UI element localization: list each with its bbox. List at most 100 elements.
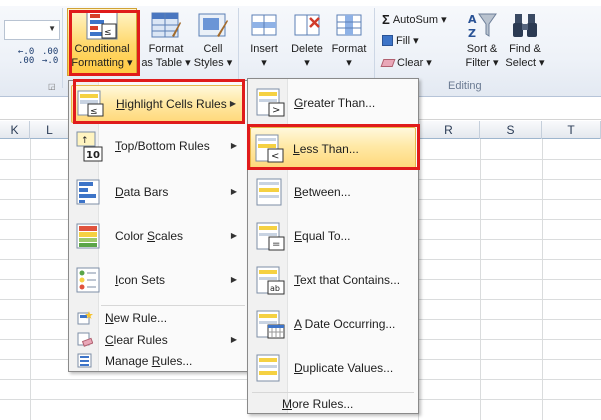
chevron-down-icon: ▾ (441, 14, 447, 26)
sort-filter-label-2: Filter ▾ (465, 57, 499, 69)
number-format-combo[interactable]: ▼ (4, 20, 60, 40)
equal-to-icon: = (256, 222, 285, 251)
clear-button[interactable]: Clear ▾ (380, 56, 432, 69)
menu-separator (252, 392, 414, 393)
sort-filter-label-1: Sort & (466, 43, 498, 55)
between-icon (256, 178, 282, 206)
duplicate-values-icon (256, 354, 280, 382)
submenu-arrow-icon: ▶ (230, 187, 237, 196)
menu-item-label: Duplicate Values... (294, 361, 394, 375)
menu-item-label: Less Than... (293, 142, 359, 156)
sigma-icon: Σ (382, 12, 390, 27)
menu-item-date-occurring[interactable]: A Date Occurring... (250, 305, 416, 345)
insert-cells-icon (251, 14, 277, 36)
clear-label: Clear (397, 56, 424, 69)
greater-than-icon: > (256, 88, 285, 117)
format-as-table-label-2: as Table ▾ (141, 57, 191, 69)
column-header-l[interactable]: L (30, 121, 70, 139)
fill-button[interactable]: Fill ▾ (382, 34, 419, 47)
cell-styles-button[interactable]: Cell Styles ▾ (193, 10, 233, 70)
editing-group-label: Editing (448, 80, 482, 92)
group-separator (62, 8, 63, 88)
format-as-table-button[interactable]: Format as Table ▾ (137, 10, 195, 70)
menu-item-duplicate-values[interactable]: Duplicate Values... (250, 349, 416, 389)
menu-item-greater-than[interactable]: > Greater Than... (250, 83, 416, 123)
insert-button[interactable]: Insert ▾ (244, 10, 284, 70)
format-cells-icon (336, 14, 362, 36)
increase-decimal-button[interactable]: ←.0.00 (18, 48, 34, 66)
svg-text:↑: ↑ (81, 136, 89, 146)
menu-item-icon-sets[interactable]: Icon Sets ▶ (71, 261, 245, 301)
delete-button[interactable]: Delete ▾ (286, 10, 328, 70)
column-header-k[interactable]: K (0, 121, 30, 139)
menu-item-label: Icon Sets (115, 273, 166, 287)
menu-item-manage-rules[interactable]: Manage Rules... (71, 351, 245, 371)
menu-item-label: Color Scales (115, 229, 184, 243)
svg-text:10: 10 (86, 150, 100, 161)
new-rule-icon (77, 311, 93, 325)
chevron-down-icon: ▾ (413, 35, 419, 47)
group-separator (238, 8, 239, 88)
submenu-arrow-icon: ▶ (229, 99, 236, 108)
autosum-label: AutoSum (392, 13, 439, 26)
eraser-icon (380, 58, 396, 67)
svg-text:A: A (468, 13, 477, 26)
menu-item-less-than[interactable]: < Less Than... (250, 127, 416, 169)
menu-item-label: More Rules... (282, 397, 354, 411)
find-select-label-2: Select ▾ (505, 57, 545, 69)
chevron-down-icon: ▾ (346, 57, 352, 69)
menu-item-label: New Rule... (105, 311, 168, 325)
conditional-formatting-label-1: Conditional (74, 43, 130, 55)
menu-item-between[interactable]: Between... (250, 173, 416, 213)
conditional-formatting-label-2: Formatting ▾ (71, 57, 133, 69)
menu-item-label: Between... (294, 185, 351, 199)
icon-sets-icon (76, 267, 100, 293)
menu-item-label: Text that Contains... (294, 273, 401, 287)
menu-item-text-that-contains[interactable]: ab Text that Contains... (250, 261, 416, 301)
column-header-r[interactable]: R (418, 121, 480, 139)
menu-item-new-rule[interactable]: New Rule... (71, 308, 245, 328)
highlight-cells-icon: ≤ (77, 90, 104, 117)
decrease-decimal-button[interactable]: .00 →.0 (42, 48, 58, 66)
chevron-down-icon: ▼ (48, 24, 56, 33)
format-button[interactable]: Format ▾ (328, 10, 370, 70)
column-header-s[interactable]: S (480, 121, 542, 139)
delete-cells-icon (294, 14, 320, 36)
format-label: Format (331, 43, 367, 55)
menu-item-top-bottom-rules[interactable]: ↑ 10 Top/Bottom Rules ▶ (71, 127, 245, 167)
menu-item-clear-rules[interactable]: Clear Rules ▶ (71, 330, 245, 350)
menu-item-equal-to[interactable]: = Equal To... (250, 217, 416, 257)
menu-item-label: Equal To... (294, 229, 351, 243)
submenu-arrow-icon: ▶ (230, 335, 237, 344)
svg-text:≤: ≤ (90, 107, 98, 117)
delete-label: Delete (291, 43, 323, 55)
submenu-arrow-icon: ▶ (230, 275, 237, 284)
menu-item-label: Clear Rules (105, 333, 168, 347)
column-header-t[interactable]: T (542, 121, 601, 139)
svg-text:<: < (271, 151, 279, 162)
find-select-button[interactable]: Find & Select ▾ (503, 10, 547, 70)
menu-item-more-rules[interactable]: More Rules... (250, 395, 416, 413)
text-contains-icon: ab (256, 266, 285, 295)
cell-styles-label-2: Styles ▾ (193, 57, 233, 69)
svg-text:>: > (272, 105, 280, 116)
conditional-formatting-menu: ≤ Highlight Cells Rules ▶ ↑ 10 Top/Botto… (68, 80, 248, 372)
conditional-formatting-button[interactable]: ≤ Conditional Formatting ▾ (67, 10, 137, 70)
format-as-table-label-1: Format (148, 43, 184, 55)
menu-item-highlight-cells-rules[interactable]: ≤ Highlight Cells Rules ▶ (71, 85, 245, 123)
highlight-cells-submenu: > Greater Than... < Less Than... Between… (247, 78, 419, 414)
chevron-down-icon: ▾ (426, 57, 432, 69)
group-separator (374, 8, 375, 88)
menu-item-data-bars[interactable]: Data Bars ▶ (71, 173, 245, 213)
fill-down-icon (382, 35, 393, 46)
chevron-down-icon: ▾ (304, 57, 310, 69)
svg-text:Z: Z (468, 27, 476, 40)
autosum-button[interactable]: Σ AutoSum ▾ (382, 12, 447, 27)
date-occurring-icon (256, 310, 285, 339)
sort-filter-button[interactable]: A Z Sort & Filter ▾ (460, 10, 504, 70)
dialog-launcher-icon[interactable]: ◲ (48, 82, 56, 91)
svg-text:≤: ≤ (104, 28, 112, 38)
menu-item-color-scales[interactable]: Color Scales ▶ (71, 217, 245, 257)
sort-filter-icon: A Z (468, 13, 497, 40)
manage-rules-icon (77, 353, 92, 368)
